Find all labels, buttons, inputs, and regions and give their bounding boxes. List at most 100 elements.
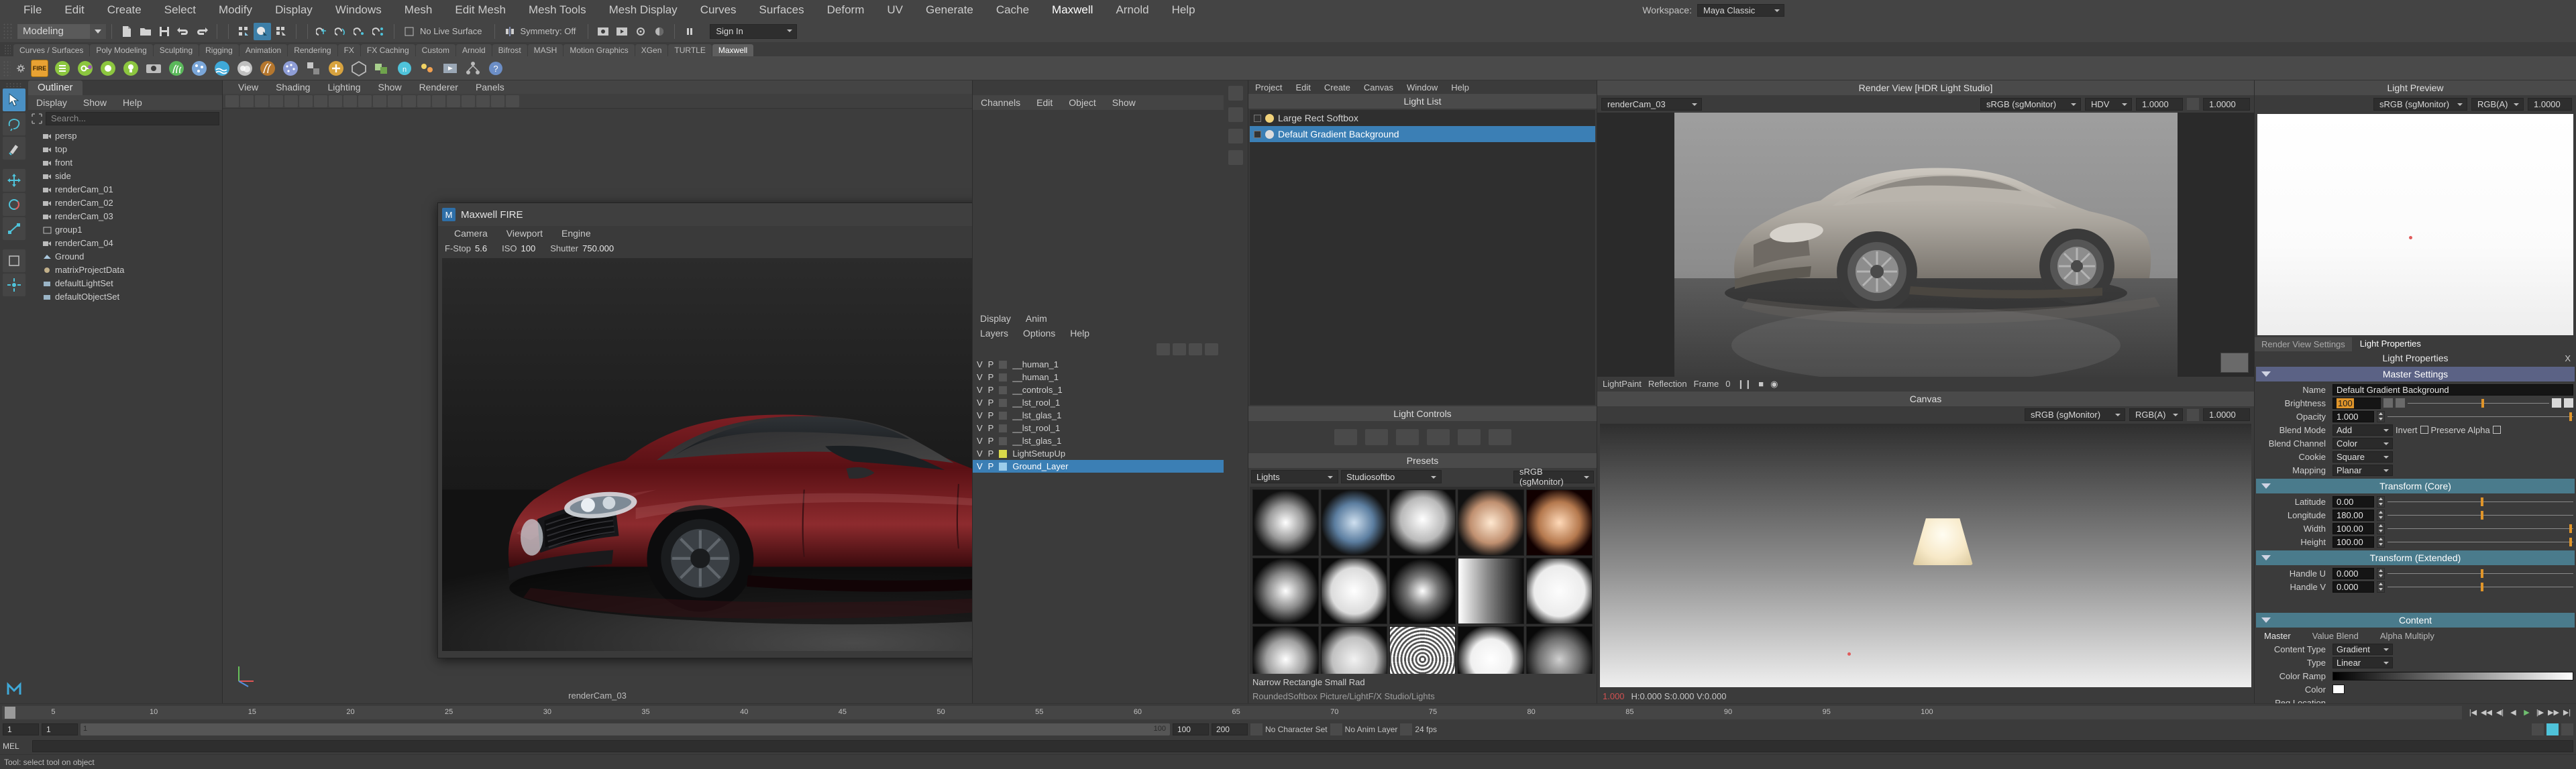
layer-visibility-toggle[interactable]: V (977, 423, 983, 433)
outliner-item-rendercam-02[interactable]: renderCam_02 (28, 196, 222, 209)
outliner-item-defaultlightset[interactable]: defaultLightSet (28, 276, 222, 290)
render-colorspace-dropdown[interactable]: sRGB (sgMonitor) (1980, 97, 2081, 111)
preset-cell[interactable] (1526, 489, 1593, 556)
time-slider-track[interactable]: 5 10 15 20 25 30 35 40 45 50 55 60 65 70… (2, 705, 2462, 719)
channel-box-menu-show[interactable]: Show (1104, 97, 1144, 108)
latitude-field[interactable]: 0.00 (2332, 495, 2374, 508)
render-exposure-reset-icon[interactable] (2187, 98, 2199, 110)
outliner-menu-show[interactable]: Show (75, 97, 115, 108)
brightness-field[interactable]: 100 (2332, 397, 2381, 409)
anim-start-field[interactable]: 100 (1172, 723, 1209, 735)
collapse-triangle-icon[interactable] (2261, 617, 2271, 623)
cookie-dropdown[interactable]: Square (2332, 451, 2393, 463)
hypershade-icon[interactable] (651, 23, 668, 40)
iso-value[interactable]: 100 (521, 243, 536, 253)
layer-visibility-toggle[interactable]: V (977, 359, 983, 369)
menu-maxwell[interactable]: Maxwell (1040, 3, 1104, 17)
light-visibility-checkbox[interactable] (1254, 130, 1261, 138)
shelf-tab-rigging[interactable]: Rigging (199, 44, 239, 56)
isolate-select-icon[interactable] (506, 95, 519, 107)
handle-u-field[interactable]: 0.000 (2332, 567, 2374, 579)
layer-playback-toggle[interactable]: P (988, 436, 994, 446)
menu-arnold[interactable]: Arnold (1104, 3, 1160, 17)
range-slider[interactable]: 1 100 (80, 723, 1170, 735)
handle-u-stepper[interactable] (2377, 567, 2385, 579)
shelf-button-maxwell-ior[interactable]: n (394, 58, 415, 78)
motion-blur-icon[interactable] (491, 95, 504, 107)
bookmarks-icon[interactable] (270, 95, 283, 107)
menu-generate[interactable]: Generate (914, 3, 985, 17)
layer-playback-toggle[interactable]: P (988, 385, 994, 395)
menu-create[interactable]: Create (96, 3, 153, 17)
step-forward-frame-icon[interactable]: ▶▶ (2548, 707, 2559, 718)
mel-label[interactable]: MEL (3, 742, 28, 751)
playback-start-field[interactable]: 1 (42, 723, 78, 735)
hdrls-menu-create[interactable]: Create (1318, 82, 1357, 93)
preset-cell[interactable] (1252, 489, 1319, 556)
shelf-button-maxwell-material-editor[interactable] (74, 58, 96, 78)
layer-row[interactable]: V P __lst_rool_1 (973, 422, 1224, 434)
collapse-triangle-icon[interactable] (2261, 555, 2271, 560)
preserve-alpha-checkbox[interactable] (2492, 426, 2501, 434)
channel-box-content[interactable] (973, 110, 1224, 311)
outliner-menu-help[interactable]: Help (115, 97, 150, 108)
light-position-marker[interactable] (1847, 652, 1851, 656)
undo-icon[interactable] (174, 23, 192, 40)
preset-cell[interactable] (1458, 558, 1524, 624)
shelf-button-maxwell-hair[interactable] (257, 58, 278, 78)
shelf-button-maxwell-volumetric[interactable] (234, 58, 256, 78)
frame-value[interactable]: 0 (1725, 379, 1730, 389)
shelf-tab-bifrost[interactable]: Bifrost (492, 44, 527, 56)
lightpaint-label[interactable]: LightPaint (1603, 379, 1642, 389)
shelf-tab-arnold[interactable]: Arnold (455, 44, 492, 56)
preset-cell[interactable] (1526, 558, 1593, 624)
content-subtab-alpha-multiply[interactable]: Alpha Multiply (2371, 631, 2444, 641)
collapse-triangle-icon[interactable] (2261, 483, 2271, 489)
new-layer-from-selected-icon[interactable] (1173, 343, 1186, 355)
preset-cell[interactable] (1321, 558, 1387, 624)
textures-icon[interactable] (417, 95, 431, 107)
menu-cache[interactable]: Cache (985, 3, 1040, 17)
outliner-item-defaultobjectset[interactable]: defaultObjectSet (28, 290, 222, 303)
height-slider[interactable] (2387, 536, 2573, 548)
preset-cell[interactable] (1458, 489, 1524, 556)
toolbar-grip[interactable] (3, 22, 12, 40)
fire-title-bar[interactable]: M Maxwell FIRE ─ □ ✕ (438, 203, 972, 226)
hdrls-menu-help[interactable]: Help (1444, 82, 1476, 93)
preset-cell[interactable] (1389, 558, 1456, 624)
latitude-slider[interactable] (2387, 496, 2573, 508)
render-exposure-value[interactable]: 1.0000 (2136, 97, 2183, 111)
viewport-menu-lighting[interactable]: Lighting (319, 82, 369, 93)
layer-row[interactable]: V P LightSetupUp (973, 447, 1224, 460)
close-icon[interactable]: X (2565, 353, 2571, 363)
brightness-slider[interactable] (2408, 398, 2549, 409)
shelf-button-maxwell-network[interactable] (462, 58, 484, 78)
menu-uv[interactable]: UV (875, 3, 914, 17)
preset-cell[interactable] (1252, 626, 1319, 674)
preset-category-dropdown[interactable]: Lights (1251, 470, 1338, 483)
light-properties-body[interactable]: Master Settings Name Default Gradient Ba… (2255, 365, 2576, 703)
layer-row[interactable]: V P __lst_glas_1 (973, 434, 1224, 447)
hdrls-menu-window[interactable]: Window (1400, 82, 1444, 93)
layer-row[interactable]: V P __controls_1 (973, 383, 1224, 396)
outliner-item-side[interactable]: side (28, 169, 222, 182)
brightness-minus-small-icon[interactable] (2383, 398, 2393, 408)
preset-grid[interactable] (1250, 487, 1595, 674)
shelf-button-maxwell-camera[interactable] (143, 58, 164, 78)
layer-playback-toggle[interactable]: P (988, 398, 994, 408)
shelf-button-maxwell-instance[interactable] (371, 58, 392, 78)
side-tab-canvas-icon[interactable] (1228, 107, 1243, 122)
longitude-stepper[interactable] (2377, 509, 2385, 521)
character-set-icon[interactable] (1330, 723, 1342, 735)
outliner-item-matrixprojectdata[interactable]: matrixProjectData (28, 263, 222, 276)
light-control-align-icon[interactable] (1426, 429, 1450, 445)
render-hdv-dropdown[interactable]: HDV (2085, 97, 2132, 111)
sign-in-button[interactable]: Sign In (710, 23, 798, 39)
layer-playback-toggle[interactable]: P (988, 372, 994, 382)
show-manipulator-tool-button[interactable] (3, 274, 25, 296)
shelf-button-maxwell-render[interactable] (97, 58, 119, 78)
menu-curves[interactable]: Curves (689, 3, 748, 17)
toolbox-grip[interactable] (5, 82, 23, 87)
menu-edit-mesh[interactable]: Edit Mesh (443, 3, 517, 17)
render-thumbnail-preview[interactable] (2220, 352, 2249, 373)
